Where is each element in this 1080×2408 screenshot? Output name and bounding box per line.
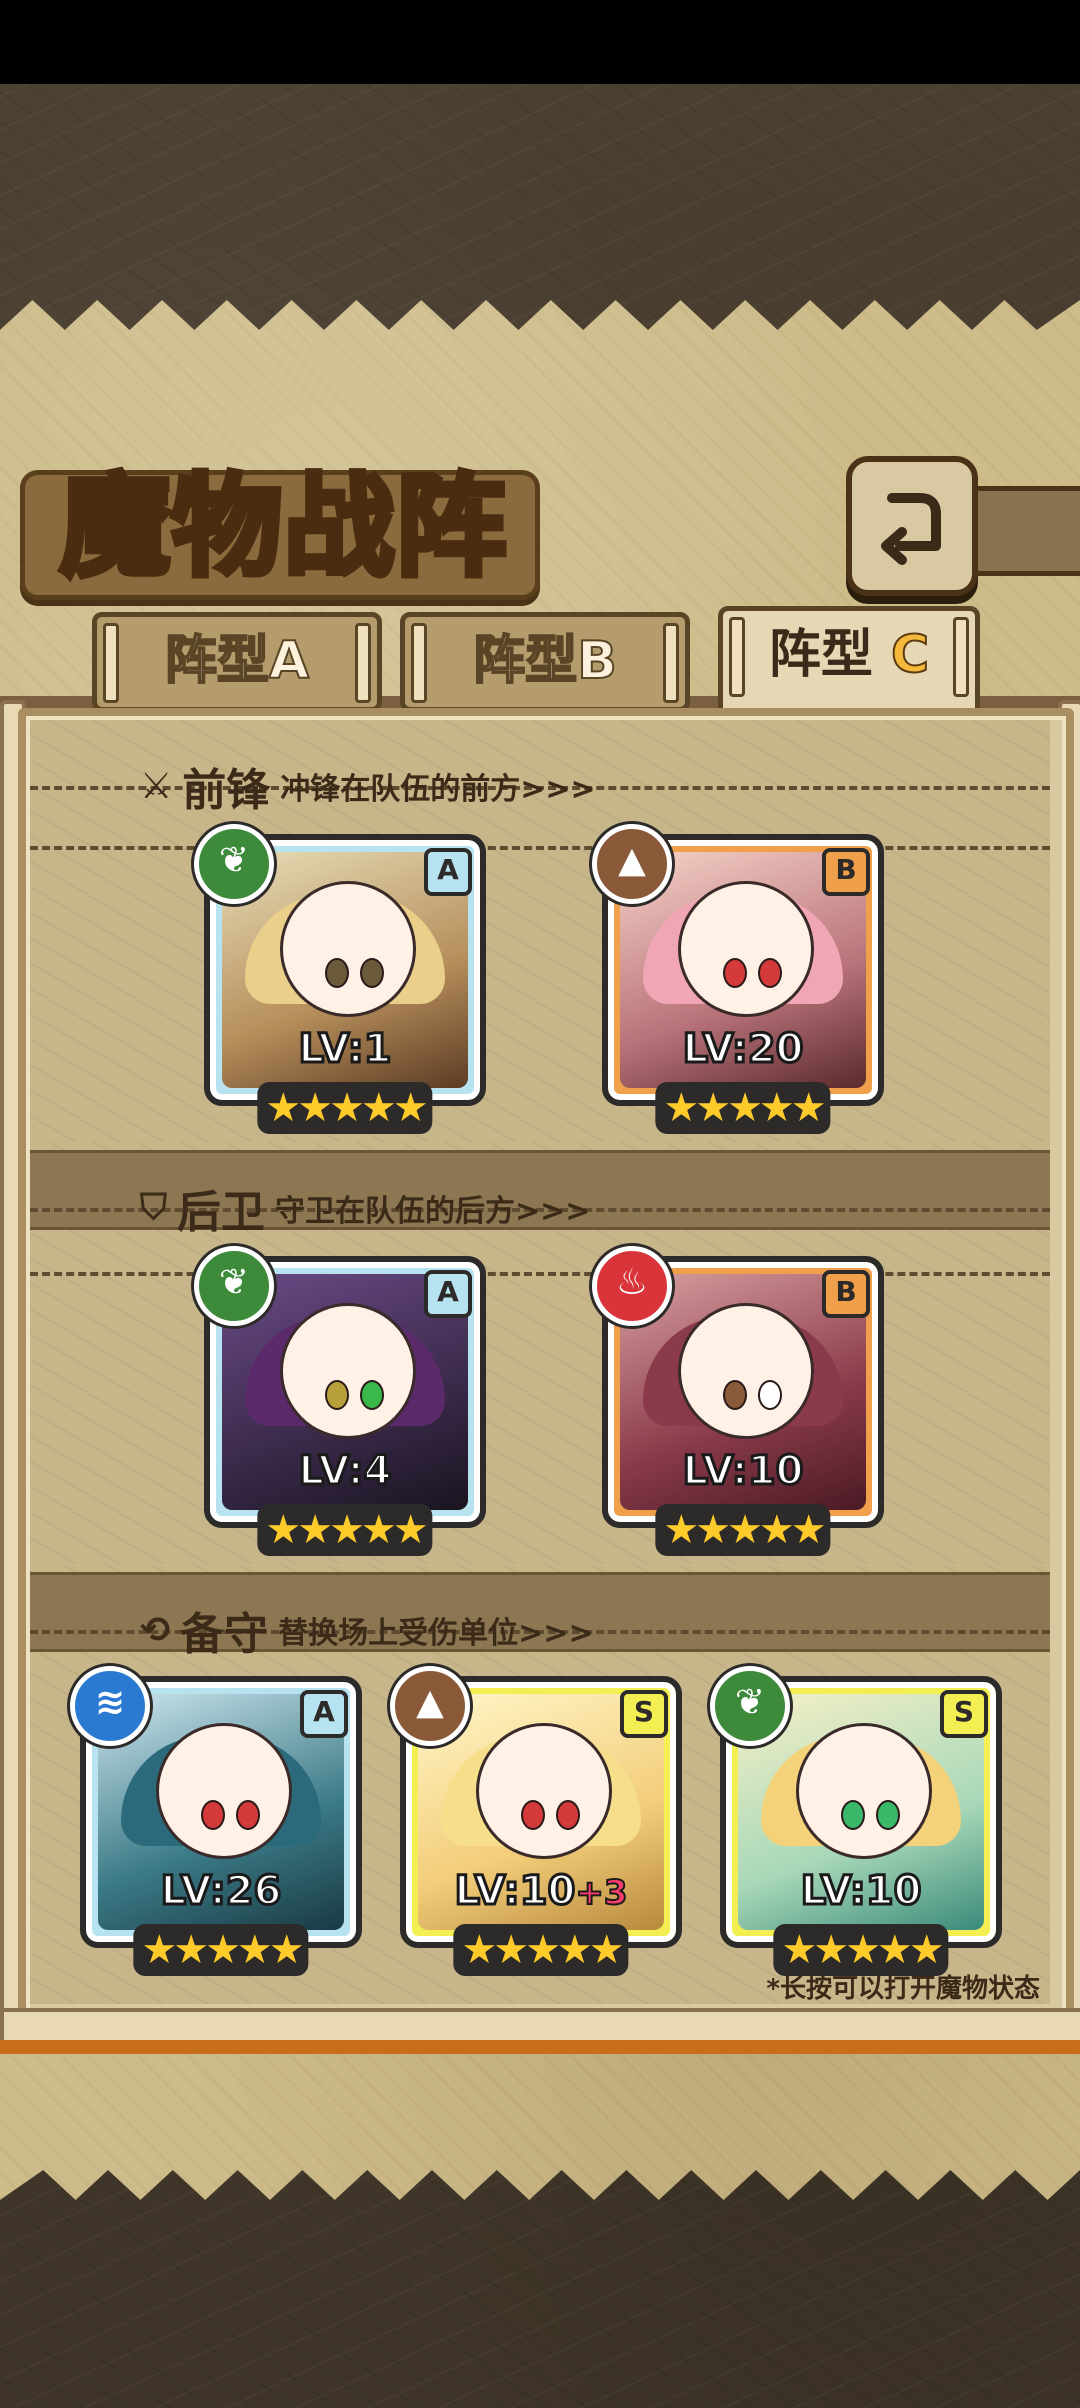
level-label: LV:20 xyxy=(608,1025,878,1074)
level-label: LV:1 xyxy=(210,1025,480,1074)
grade-badge: A xyxy=(424,848,472,896)
back-strip xyxy=(960,486,1080,576)
level-label: LV:4 xyxy=(210,1447,480,1496)
grade-badge: S xyxy=(940,1690,988,1738)
section-desc: 冲锋在队伍的前方>>> xyxy=(280,772,596,807)
portrait-eye xyxy=(359,1380,384,1411)
tab-bar-right xyxy=(953,617,969,697)
section-header-back: ⛉ 后卫 守卫在队伍的后方>>> xyxy=(140,1176,590,1240)
portrait-eye xyxy=(875,1800,900,1831)
star-rating: ★★★★★ xyxy=(133,1924,309,1976)
portrait-face xyxy=(280,1303,416,1440)
level-value: LV:20 xyxy=(681,1025,805,1074)
page-title: 魔物战阵 xyxy=(57,459,509,594)
star-rating: ★★★★★ xyxy=(257,1082,433,1134)
monster-card-front-1[interactable]: A ❦ LV:1 ★★★★★ xyxy=(194,824,486,1134)
level-value: LV:10 xyxy=(453,1867,577,1916)
grade-badge: A xyxy=(424,1270,472,1318)
level-label: LV:10+3 xyxy=(406,1867,676,1916)
tab-letter: A xyxy=(268,630,310,692)
back-button[interactable] xyxy=(846,456,978,596)
section-desc: 守卫在队伍的后方>>> xyxy=(275,1194,591,1229)
level-value: LV:1 xyxy=(297,1025,393,1074)
swap-icon: ⟲ xyxy=(140,1609,171,1651)
tab-label: 阵型 xyxy=(472,630,578,692)
monster-card-reserve-2[interactable]: S ▲ LV:10+3 ★★★★★ xyxy=(390,1666,682,1976)
grade-badge: B xyxy=(822,848,870,896)
nature-element-icon: ❦ xyxy=(710,1666,790,1746)
section-header-front: ⚔ 前锋 冲锋在队伍的前方>>> xyxy=(140,754,596,818)
portrait-eye xyxy=(555,1800,580,1831)
nature-element-icon: ❦ xyxy=(194,1246,274,1326)
tab-bar-right xyxy=(663,623,679,703)
tab-formation-a[interactable]: 阵型A xyxy=(92,612,382,712)
tab-letter: B xyxy=(576,630,618,692)
star-rating: ★★★★★ xyxy=(453,1924,629,1976)
section-title: 后卫 xyxy=(177,1187,266,1238)
earth-element-icon: ▲ xyxy=(390,1666,470,1746)
monster-card-back-2[interactable]: B ♨ LV:10 ★★★★★ xyxy=(592,1246,884,1556)
water-element-icon: ≋ xyxy=(70,1666,150,1746)
status-bar xyxy=(0,0,1080,84)
monster-card-reserve-3[interactable]: S ❦ LV:10 ★★★★★ xyxy=(710,1666,1002,1976)
section-header-reserve: ⟲ 备守 替换场上受伤单位>>> xyxy=(140,1598,594,1662)
tab-bar-right xyxy=(355,623,371,703)
grade-badge: S xyxy=(620,1690,668,1738)
divider xyxy=(30,846,1050,850)
star-rating: ★★★★★ xyxy=(655,1504,831,1556)
level-label: LV:10 xyxy=(726,1867,996,1916)
tab-label: 阵型 xyxy=(768,625,873,685)
level-value: LV:10 xyxy=(799,1867,923,1916)
section-desc: 替换场上受伤单位>>> xyxy=(278,1616,594,1651)
level-bonus: +3 xyxy=(574,1872,628,1914)
portrait-eye xyxy=(359,958,384,989)
portrait-face xyxy=(796,1723,932,1860)
level-value: LV:26 xyxy=(159,1867,283,1916)
portrait-eyepatch xyxy=(757,1380,782,1411)
long-press-hint: *长按可以打开魔物状态 xyxy=(766,1974,1040,2004)
sword-icon: ⚔ xyxy=(140,765,173,807)
portrait-face xyxy=(156,1723,292,1860)
board-bottom-strip xyxy=(0,2040,1080,2054)
tab-formation-c[interactable]: 阵型 C xyxy=(718,606,980,720)
divider xyxy=(30,1272,1050,1276)
back-arrow-icon xyxy=(881,493,941,565)
portrait-eye xyxy=(235,1800,260,1831)
level-label: LV:26 xyxy=(86,1867,356,1916)
tab-formation-b[interactable]: 阵型B xyxy=(400,612,690,712)
portrait-face xyxy=(678,1303,814,1440)
section-title: 前锋 xyxy=(182,765,271,816)
tab-bar-left xyxy=(729,617,745,697)
portrait-eye xyxy=(757,958,782,989)
fire-element-icon: ♨ xyxy=(592,1246,672,1326)
shield-icon: ⛉ xyxy=(140,1187,168,1228)
tab-label: 阵型 xyxy=(164,630,270,692)
level-value: LV:4 xyxy=(297,1447,393,1496)
nature-element-icon: ❦ xyxy=(194,824,274,904)
tab-bar-left xyxy=(411,623,427,703)
grade-badge: A xyxy=(300,1690,348,1738)
earth-element-icon: ▲ xyxy=(592,824,672,904)
portrait-face xyxy=(280,881,416,1018)
portrait-face xyxy=(678,881,814,1018)
grade-badge: B xyxy=(822,1270,870,1318)
tab-bar-left xyxy=(103,623,119,703)
monster-card-back-1[interactable]: A ❦ LV:4 ★★★★★ xyxy=(194,1246,486,1556)
section-title: 备守 xyxy=(180,1609,269,1660)
star-rating: ★★★★★ xyxy=(655,1082,831,1134)
portrait-face xyxy=(476,1723,612,1860)
tab-letter: C xyxy=(890,624,930,686)
level-value: LV:10 xyxy=(681,1447,805,1496)
monster-card-reserve-1[interactable]: A ≋ LV:26 ★★★★★ xyxy=(70,1666,362,1976)
star-rating: ★★★★★ xyxy=(257,1504,433,1556)
level-label: LV:10 xyxy=(608,1447,878,1496)
monster-card-front-2[interactable]: B ▲ LV:20 ★★★★★ xyxy=(592,824,884,1134)
